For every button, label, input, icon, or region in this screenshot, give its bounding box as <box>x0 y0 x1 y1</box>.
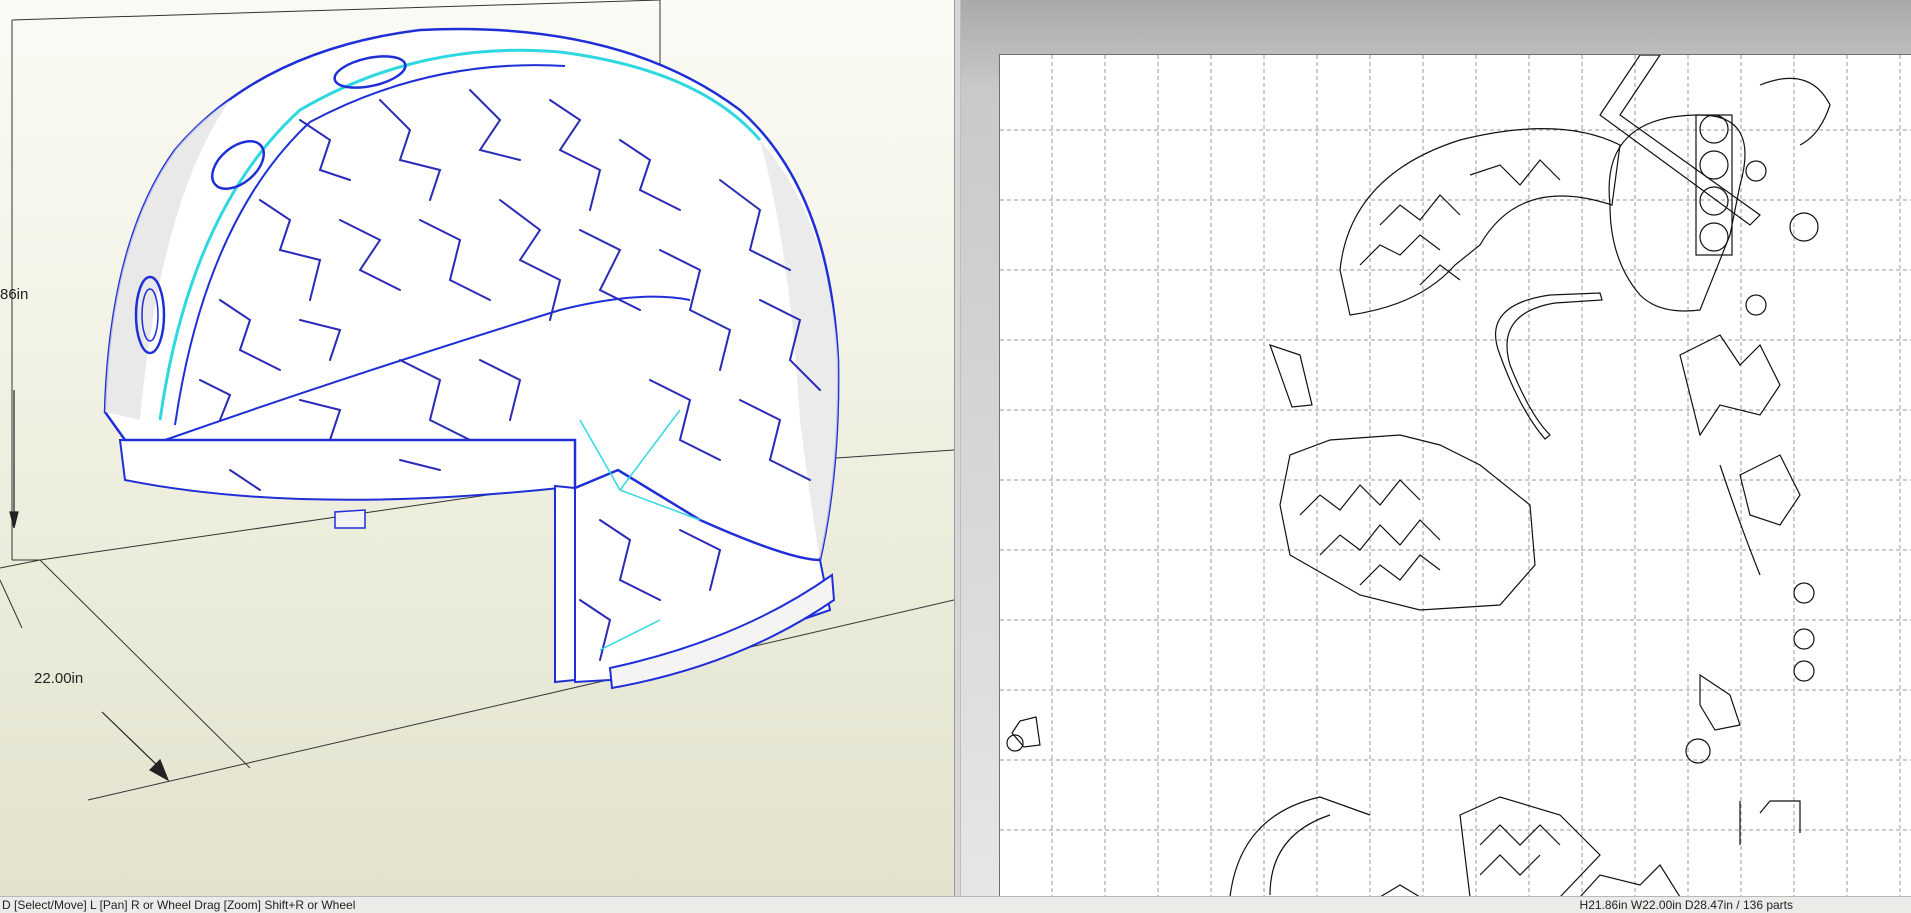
paper-sheet[interactable] <box>999 54 1911 896</box>
dim-depth-label: 22.00in <box>34 670 84 687</box>
dim-height-label: 86in <box>0 286 29 303</box>
3d-model-view[interactable]: 86in 22.00in <box>0 0 954 896</box>
2d-unfold-view[interactable] <box>961 0 1911 896</box>
unfolded-parts[interactable] <box>1006 55 1831 896</box>
helmet-model[interactable] <box>103 27 840 690</box>
status-bar: D [Select/Move] L [Pan] R or Wheel Drag … <box>0 896 1911 913</box>
page-grid <box>1000 55 1911 896</box>
model-dimensions-text: H21.86in W22.00in D28.47in / 136 parts <box>1579 898 1793 912</box>
view-splitter[interactable] <box>954 0 961 896</box>
mouse-hint-text: D [Select/Move] L [Pan] R or Wheel Drag … <box>2 898 356 912</box>
unfold-canvas[interactable] <box>1000 55 1911 896</box>
papercraft-editor-window: 86in 22.00in D [Select/Move] L [Pan] R o… <box>0 0 1911 913</box>
3d-viewport-canvas[interactable] <box>0 0 954 896</box>
